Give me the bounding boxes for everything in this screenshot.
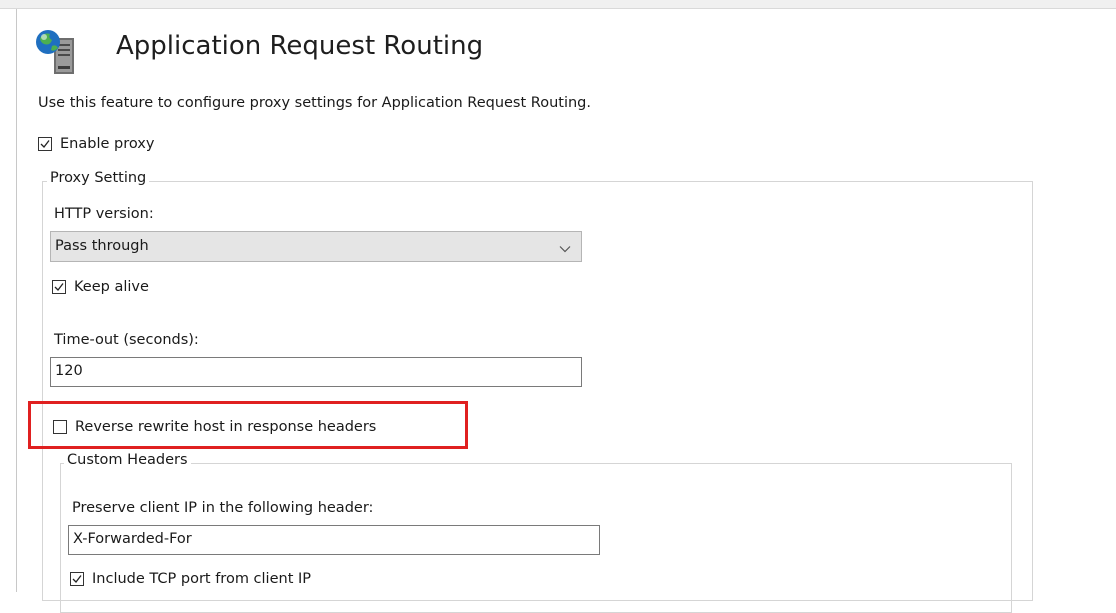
chevron-down-icon (559, 241, 571, 257)
reverse-rewrite-checkbox[interactable]: Reverse rewrite host in response headers (53, 419, 376, 435)
keep-alive-checkbox[interactable]: Keep alive (52, 279, 149, 295)
http-version-value: Pass through (55, 238, 149, 254)
page-title: Application Request Routing (116, 31, 484, 61)
include-tcp-port-checkbox[interactable]: Include TCP port from client IP (70, 571, 311, 587)
keep-alive-label: Keep alive (74, 279, 149, 295)
page-description: Use this feature to configure proxy sett… (38, 95, 591, 111)
checkbox-checked-icon (38, 137, 52, 151)
left-border (16, 9, 17, 592)
preserve-ip-label: Preserve client IP in the following head… (72, 500, 374, 516)
top-border (0, 0, 1116, 9)
enable-proxy-checkbox[interactable]: Enable proxy (38, 136, 154, 152)
timeout-label: Time-out (seconds): (54, 332, 199, 348)
reverse-rewrite-label: Reverse rewrite host in response headers (75, 419, 377, 435)
checkbox-checked-icon (52, 280, 66, 294)
proxy-setting-legend: Proxy Setting (47, 170, 150, 186)
custom-headers-legend: Custom Headers (64, 452, 191, 468)
include-tcp-port-label: Include TCP port from client IP (92, 571, 312, 587)
http-version-dropdown[interactable]: Pass through (50, 231, 582, 262)
timeout-input[interactable]: 120 (50, 357, 582, 387)
preserve-ip-input[interactable]: X-Forwarded-For (68, 525, 600, 555)
http-version-label: HTTP version: (54, 206, 154, 222)
enable-proxy-label: Enable proxy (60, 136, 155, 152)
checkbox-unchecked-icon (53, 420, 67, 434)
checkbox-checked-icon (70, 572, 84, 586)
globe-server-icon (34, 28, 80, 76)
